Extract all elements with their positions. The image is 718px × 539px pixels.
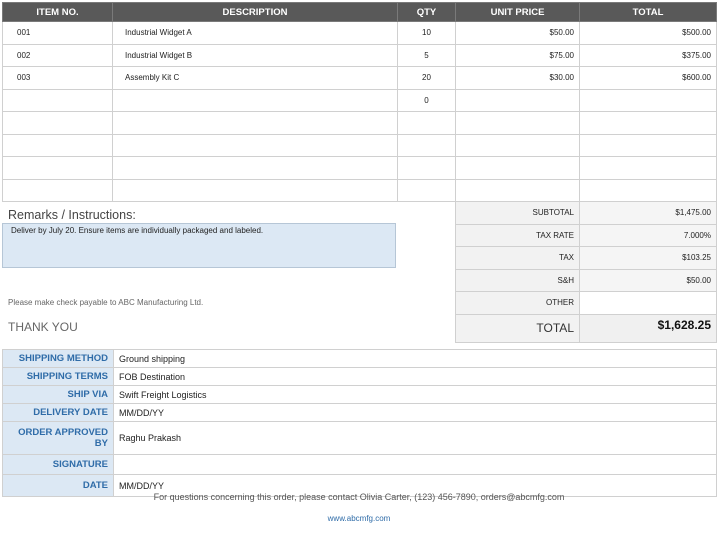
tax-row: TAX $103.25 [455,246,717,270]
sh-row: S&H $50.00 [455,268,717,292]
order-approved-label: ORDER APPROVED BY [2,421,114,455]
line-total-cell[interactable] [579,178,717,202]
line-total-cell[interactable]: $375.00 [579,43,717,67]
table-row: 003 Assembly Kit C 20 $30.00 $600.00 [2,66,717,90]
description-cell[interactable] [112,178,398,202]
tax-rate-value[interactable]: 7.000% [579,223,717,247]
unit-price-cell[interactable] [455,156,580,180]
qty-cell[interactable]: 20 [397,66,456,90]
other-label: OTHER [455,291,580,315]
delivery-date-row: DELIVERY DATE MM/DD/YY [2,403,717,422]
description-cell[interactable] [112,133,398,157]
table-row: 0 [2,88,717,112]
shipping-details-table: SHIPPING METHOD Ground shipping SHIPPING… [2,349,717,497]
qty-cell[interactable] [397,156,456,180]
line-total-cell[interactable] [579,111,717,135]
line-total-cell[interactable]: $500.00 [579,21,717,45]
header-qty: QTY [397,2,456,22]
subtotal-row: SUBTOTAL $1,475.00 [455,201,717,225]
unit-price-cell[interactable] [455,111,580,135]
thank-you-text: THANK YOU [8,320,78,334]
table-row: 001 Industrial Widget A 10 $50.00 $500.00 [2,21,717,45]
table-row: 002 Industrial Widget B 5 $75.00 $375.00 [2,43,717,67]
subtotal-label: SUBTOTAL [455,201,580,225]
total-label: TOTAL [455,313,580,343]
qty-cell[interactable]: 5 [397,43,456,67]
tax-rate-label: TAX RATE [455,223,580,247]
tax-rate-row: TAX RATE 7.000% [455,223,717,247]
other-row: OTHER [455,291,717,315]
table-header-row: ITEM NO. DESCRIPTION QTY UNIT PRICE TOTA… [2,2,717,22]
delivery-date-label: DELIVERY DATE [2,403,114,422]
item-no-cell[interactable]: 001 [2,21,113,45]
total-value: $1,628.25 [579,313,717,343]
order-approved-field[interactable]: Raghu Prakash [113,421,717,455]
line-total-cell[interactable] [579,88,717,112]
item-no-cell[interactable]: 003 [2,66,113,90]
item-no-cell[interactable] [2,111,113,135]
contact-info: For questions concerning this order, ple… [153,492,565,502]
signature-field[interactable] [113,454,717,475]
description-cell[interactable]: Assembly Kit C [112,66,398,90]
totals-table: SUBTOTAL $1,475.00 TAX RATE 7.000% TAX $… [455,201,717,343]
table-row [2,111,717,135]
shipping-method-label: SHIPPING METHOD [2,349,114,368]
item-no-cell[interactable] [2,156,113,180]
signature-row: SIGNATURE [2,454,717,475]
qty-cell[interactable] [397,133,456,157]
line-total-cell[interactable] [579,156,717,180]
ship-via-field[interactable]: Swift Freight Logistics [113,385,717,404]
table-row [2,178,717,202]
shipping-method-field[interactable]: Ground shipping [113,349,717,368]
item-no-cell[interactable] [2,88,113,112]
remarks-label: Remarks / Instructions: [8,208,136,222]
subtotal-value: $1,475.00 [579,201,717,225]
unit-price-cell[interactable]: $75.00 [455,43,580,67]
tax-value: $103.25 [579,246,717,270]
description-cell[interactable]: Industrial Widget A [112,21,398,45]
unit-price-cell[interactable] [455,88,580,112]
unit-price-cell[interactable]: $50.00 [455,21,580,45]
qty-cell[interactable]: 10 [397,21,456,45]
tax-label: TAX [455,246,580,270]
header-total: TOTAL [579,2,717,22]
line-total-cell[interactable] [579,133,717,157]
item-no-cell[interactable] [2,133,113,157]
header-item-no: ITEM NO. [2,2,113,22]
website-link[interactable]: www.abcmfg.com [0,514,718,523]
line-total-cell[interactable]: $600.00 [579,66,717,90]
description-cell[interactable]: Industrial Widget B [112,43,398,67]
qty-cell[interactable]: 0 [397,88,456,112]
item-no-cell[interactable] [2,178,113,202]
line-items-table: ITEM NO. DESCRIPTION QTY UNIT PRICE TOTA… [2,2,717,202]
unit-price-cell[interactable]: $30.00 [455,66,580,90]
description-cell[interactable] [112,88,398,112]
shipping-terms-label: SHIPPING TERMS [2,367,114,386]
shipping-terms-field[interactable]: FOB Destination [113,367,717,386]
qty-cell[interactable] [397,178,456,202]
description-cell[interactable] [112,111,398,135]
remarks-field[interactable]: Deliver by July 20. Ensure items are ind… [2,223,396,268]
check-payable-note: Please make check payable to ABC Manufac… [8,298,204,307]
sh-value[interactable]: $50.00 [579,268,717,292]
shipping-terms-row: SHIPPING TERMS FOB Destination [2,367,717,386]
delivery-date-field[interactable]: MM/DD/YY [113,403,717,422]
qty-cell[interactable] [397,111,456,135]
header-unit-price: UNIT PRICE [455,2,580,22]
order-approved-row: ORDER APPROVED BY Raghu Prakash [2,421,717,455]
item-no-cell[interactable]: 002 [2,43,113,67]
table-row [2,156,717,180]
sh-label: S&H [455,268,580,292]
description-cell[interactable] [112,156,398,180]
shipping-method-row: SHIPPING METHOD Ground shipping [2,349,717,368]
table-row [2,133,717,157]
unit-price-cell[interactable] [455,178,580,202]
ship-via-row: SHIP VIA Swift Freight Logistics [2,385,717,404]
ship-via-label: SHIP VIA [2,385,114,404]
unit-price-cell[interactable] [455,133,580,157]
header-description: DESCRIPTION [112,2,398,22]
other-value[interactable] [579,291,717,315]
grand-total-row: TOTAL $1,628.25 [455,313,717,343]
signature-label: SIGNATURE [2,454,114,475]
